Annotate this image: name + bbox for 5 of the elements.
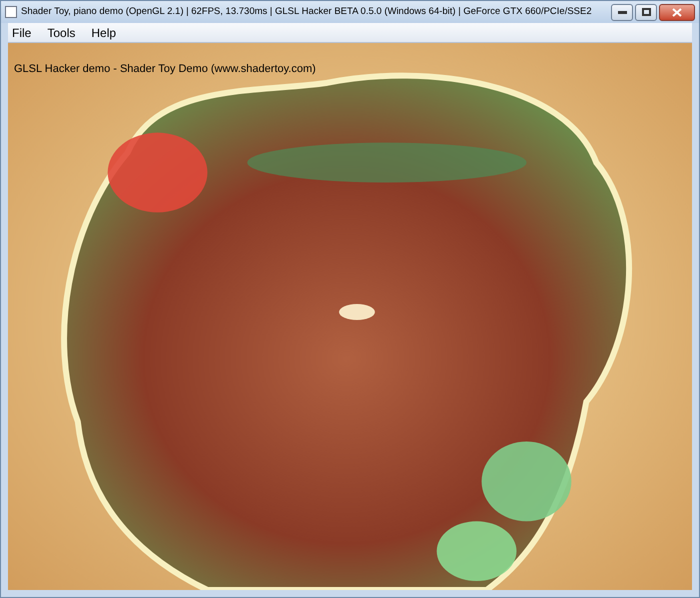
menu-item[interactable]: Tools <box>47 24 76 42</box>
window-title: Shader Toy, piano demo (OpenGL 2.1) | 62FPS, 13.730ms | GLSL Hacker BETA 0.5.0 (Windows 64-bit) | GeForce GTX 660/PCIe/SSE2 <box>21 6 593 18</box>
overlay-text: GLSL Hacker demo - Shader Toy Demo (www.shadertoy.com) <box>14 62 316 77</box>
menu-item[interactable]: File <box>12 24 32 42</box>
menu-item[interactable]: Help <box>91 24 116 42</box>
